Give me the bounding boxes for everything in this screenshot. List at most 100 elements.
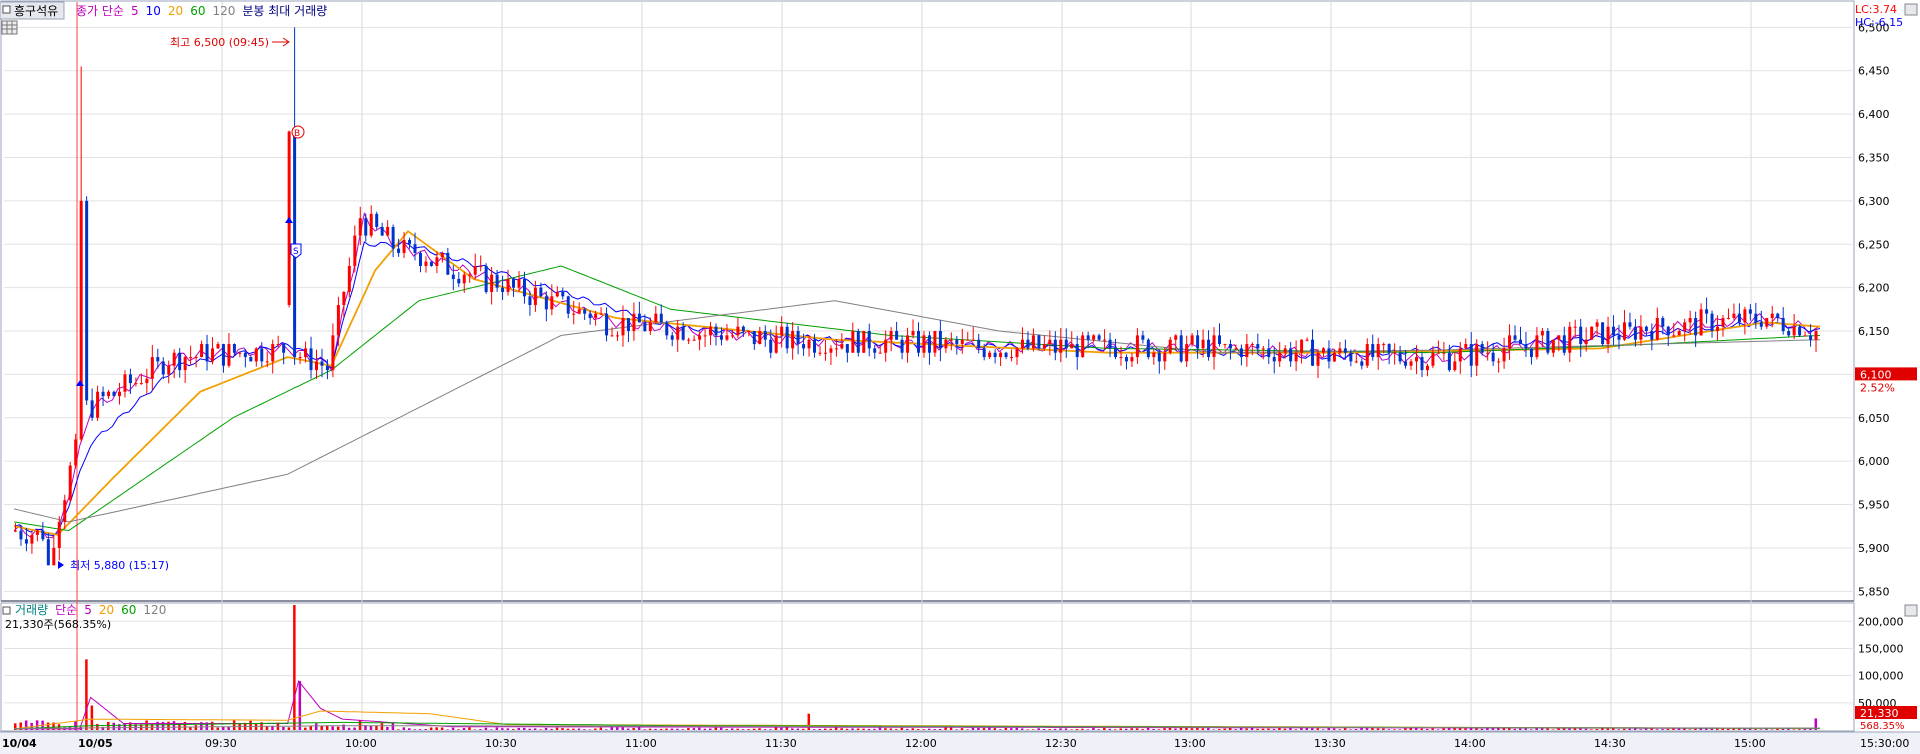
candle-body — [1683, 322, 1687, 332]
candle-body — [955, 339, 959, 345]
volume-bar — [572, 728, 575, 730]
candle-body — [1639, 326, 1643, 340]
volume-bar — [1529, 729, 1533, 730]
volume-bar — [1037, 728, 1040, 730]
volume-bar — [605, 729, 608, 730]
volume-bar — [282, 726, 285, 730]
candle-body — [780, 326, 784, 336]
volume-bar — [1404, 728, 1407, 730]
candle-body — [1529, 348, 1533, 358]
candle-body — [1633, 326, 1637, 340]
volume-bar — [1064, 728, 1068, 730]
candle-body — [1606, 326, 1610, 345]
candle-body — [85, 200, 89, 401]
candle-body — [1551, 339, 1555, 353]
volume-tick-label: 200,000 — [1858, 615, 1904, 628]
volume-bar — [1524, 728, 1527, 730]
candle-body — [462, 274, 466, 284]
volume-bar — [232, 720, 236, 730]
volume-bar — [1354, 729, 1358, 730]
volume-bar — [561, 728, 564, 730]
candle-body — [927, 335, 931, 353]
y-tick-label: 6,250 — [1858, 238, 1890, 251]
y-tick-label: 5,950 — [1858, 499, 1890, 512]
legend-entry: 120 — [143, 603, 166, 617]
volume-bar — [867, 728, 871, 730]
candle-body — [769, 339, 773, 353]
candle-body — [1015, 348, 1019, 358]
volume-bar — [873, 728, 876, 730]
volume-bar — [703, 728, 707, 730]
candle-body — [659, 313, 663, 323]
candle-body — [1059, 339, 1063, 353]
volume-bar — [544, 727, 548, 730]
candle-body — [1732, 313, 1736, 319]
candle-body — [1371, 344, 1375, 358]
volume-bar — [594, 728, 597, 730]
candle-body — [643, 322, 647, 332]
candle-body — [1190, 335, 1194, 345]
candle-body — [353, 235, 357, 266]
candle-body — [161, 361, 165, 375]
candle-body — [626, 318, 630, 332]
candle-body — [922, 335, 926, 353]
candle-body — [791, 331, 795, 349]
volume-bar — [621, 727, 624, 730]
candle-body — [194, 357, 198, 359]
restore-button[interactable] — [1904, 3, 1918, 16]
grid-table-icon[interactable] — [1, 20, 18, 35]
y-tick-label: 6,350 — [1858, 152, 1890, 165]
candle-body — [522, 278, 526, 297]
candle-body — [878, 352, 882, 354]
candle-body — [402, 239, 406, 253]
candle-body — [1124, 357, 1128, 362]
volume-bar — [725, 729, 728, 730]
volume-bar — [528, 728, 531, 730]
candle-body — [101, 391, 105, 397]
candle-body — [1114, 348, 1118, 358]
candle-body — [703, 335, 707, 337]
volume-restore-button[interactable] — [1904, 604, 1918, 617]
stock-chart[interactable]: 5,850 5,900 5,950 6,000 6,050 6,100 6,150 6,200… — [0, 0, 1920, 754]
volume-bar — [194, 725, 198, 730]
volume-bar — [933, 729, 936, 730]
volume-bar — [927, 728, 931, 730]
candle-body — [336, 305, 340, 336]
volume-bar — [408, 728, 411, 730]
candle-body — [1409, 361, 1413, 366]
candle-body — [1519, 339, 1522, 345]
candle-body — [1152, 352, 1156, 358]
volume-bar — [780, 727, 783, 730]
low-annotation: 최저 5,880 (15:17) — [58, 559, 169, 572]
x-tick-label: 12:00 — [905, 737, 937, 750]
volume-bar — [681, 729, 685, 730]
volume-bar — [1338, 729, 1341, 730]
price-change: 2.52% — [1860, 381, 1895, 394]
symbol-toggle-icon[interactable] — [2, 5, 11, 14]
x-tick-label: 14:30 — [1594, 737, 1626, 750]
candle-body — [944, 339, 948, 349]
volume-bar — [818, 728, 821, 730]
volume-bar — [107, 721, 110, 730]
candle-body — [429, 261, 433, 266]
candle-body — [484, 265, 488, 292]
candle-body — [380, 226, 384, 236]
candle-body — [807, 339, 811, 349]
volume-bar — [960, 728, 964, 730]
volume-bar — [1015, 727, 1019, 730]
volume-toggle-icon[interactable] — [2, 606, 11, 615]
candle-body — [1261, 348, 1265, 350]
candle-body — [1447, 352, 1451, 371]
candle-body — [107, 391, 111, 397]
y-tick-label: 6,200 — [1858, 282, 1890, 295]
candle-body — [1562, 335, 1566, 353]
volume-bar — [665, 728, 668, 730]
candle-body — [840, 344, 844, 349]
candle-body — [533, 287, 537, 305]
candle-body — [1289, 348, 1293, 362]
volume-bar — [840, 728, 843, 730]
legend-entry: 분봉 최대 거래량 — [242, 4, 327, 18]
candle-body — [1814, 331, 1818, 340]
candle-body — [993, 352, 997, 358]
candle-body — [999, 352, 1003, 358]
